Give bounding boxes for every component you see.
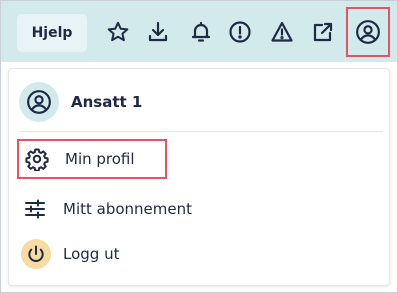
- sliders-icon: [21, 195, 49, 223]
- menu-item-subscription[interactable]: Mitt abonnement: [17, 189, 192, 229]
- avatar: [19, 82, 59, 122]
- menu-item-label: Min profil: [65, 150, 135, 168]
- warning-triangle-icon[interactable]: [266, 16, 298, 48]
- help-button[interactable]: Hjelp: [17, 14, 87, 52]
- user-name: Ansatt 1: [71, 93, 143, 111]
- bell-icon[interactable]: [185, 16, 217, 48]
- account-dropdown-menu: Ansatt 1 Min profil Mitt abonnement Logg…: [8, 68, 390, 286]
- menu-item-profile[interactable]: Min profil: [17, 139, 167, 179]
- gear-icon: [23, 145, 51, 173]
- account-circle-icon: [356, 20, 380, 44]
- download-icon[interactable]: [142, 16, 174, 48]
- user-circle-icon: [27, 90, 51, 114]
- user-header: Ansatt 1: [19, 81, 142, 123]
- account-button[interactable]: [346, 7, 390, 57]
- menu-item-label: Logg ut: [63, 245, 120, 263]
- menu-divider: [19, 131, 383, 132]
- menu-item-logout[interactable]: Logg ut: [17, 234, 119, 274]
- info-circle-icon[interactable]: [224, 16, 256, 48]
- top-toolbar: Hjelp: [1, 1, 397, 62]
- external-link-icon[interactable]: [307, 16, 339, 48]
- star-icon[interactable]: [102, 16, 134, 48]
- menu-item-label: Mitt abonnement: [63, 200, 193, 218]
- power-icon: [21, 239, 51, 269]
